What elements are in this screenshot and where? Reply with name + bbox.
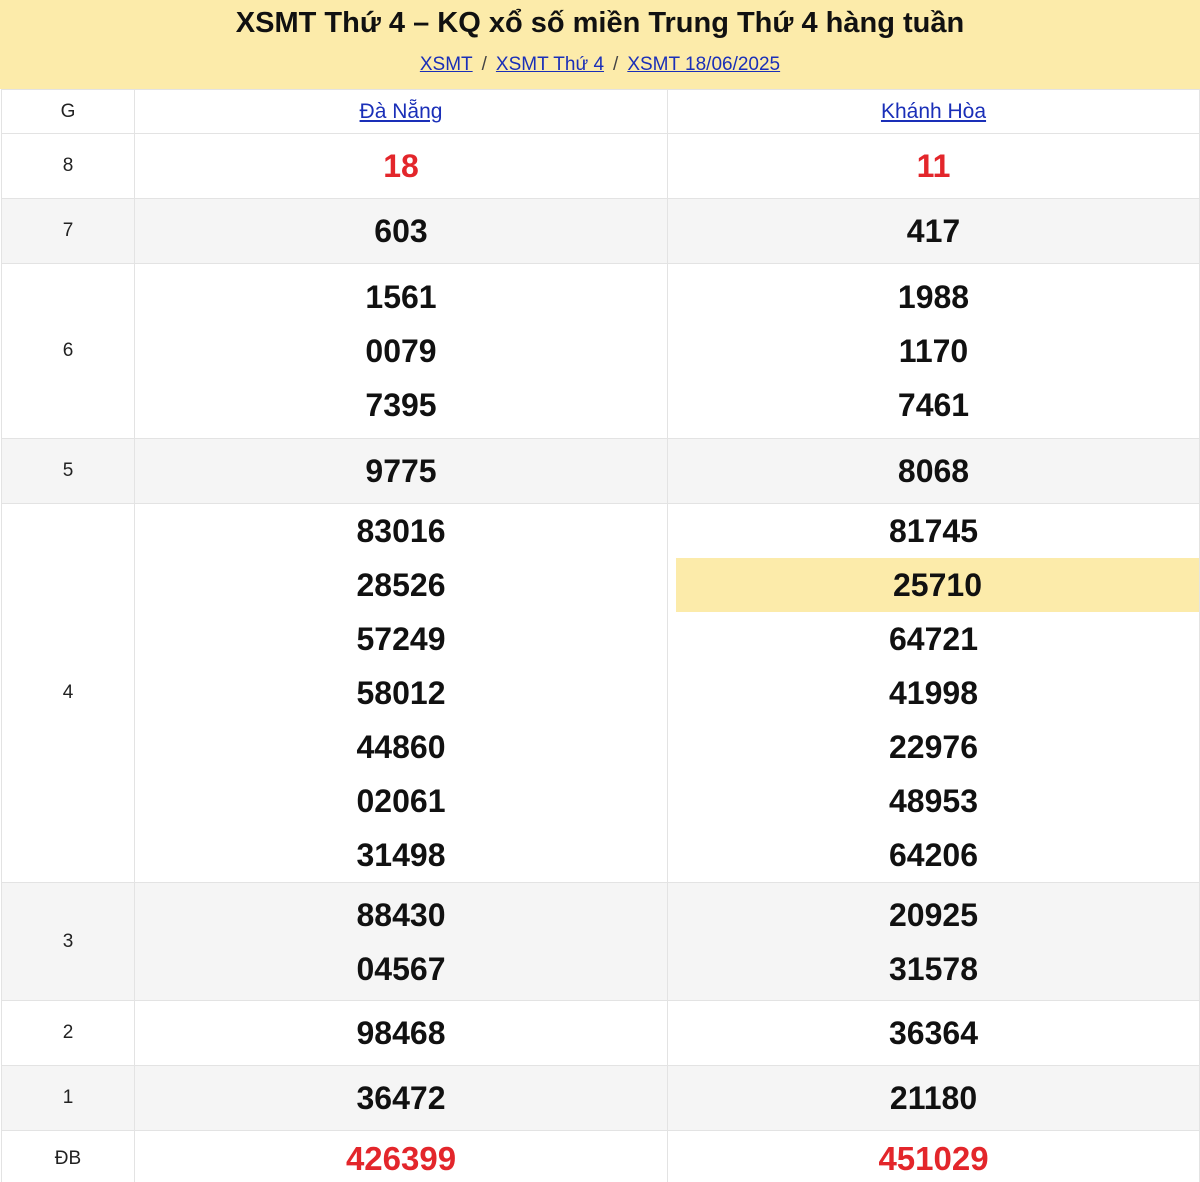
special-prize-number: 426399 xyxy=(345,1139,457,1177)
table-row: ĐB 426399 451029 xyxy=(1,1130,1200,1182)
prize-label: 4 xyxy=(62,682,74,703)
prize-label-cell: 2 xyxy=(1,1000,135,1066)
results-table: G Đà Nẵng Khánh Hòa 8 18 11 7 603 417 6 … xyxy=(1,89,1200,1182)
result-number: 41998 xyxy=(889,675,978,711)
result-number: 31578 xyxy=(889,950,978,987)
result-cell: 36364 xyxy=(667,1000,1200,1066)
prize-label-cell: 8 xyxy=(1,133,135,199)
result-number: 603 xyxy=(374,213,428,249)
prize-label: 8 xyxy=(62,155,74,176)
result-cell: 1988 1170 7461 xyxy=(667,263,1200,439)
result-number: 1170 xyxy=(898,333,969,369)
result-number: 1561 xyxy=(365,279,437,315)
result-number: 44860 xyxy=(356,729,446,765)
special-prize-number: 451029 xyxy=(878,1139,989,1177)
result-number: 88430 xyxy=(356,896,446,933)
result-cell: 81745 25710 64721 41998 22976 48953 6420… xyxy=(667,503,1200,883)
result-number: 81745 xyxy=(889,513,978,549)
result-number: 22976 xyxy=(889,729,978,765)
breadcrumb-xsmt-thu4-link[interactable]: XSMT Thứ 4 xyxy=(496,54,604,75)
prize-label-cell: 1 xyxy=(1,1065,135,1131)
result-cell: 36472 xyxy=(134,1065,668,1131)
page-title: XSMT Thứ 4 – KQ xổ số miền Trung Thứ 4 h… xyxy=(235,7,965,39)
prize-label: 5 xyxy=(62,460,74,481)
result-number: 9775 xyxy=(365,453,437,489)
result-cell: 603 xyxy=(134,198,668,264)
result-number: 31498 xyxy=(356,837,446,873)
table-row: 5 9775 8068 xyxy=(1,438,1200,504)
breadcrumb-separator: / xyxy=(481,54,487,75)
result-cell: 20925 31578 xyxy=(667,882,1200,1001)
prize-column-header: G xyxy=(1,89,135,134)
prize-label: 7 xyxy=(62,220,74,241)
prize-label: ĐB xyxy=(54,1147,82,1169)
page-header: XSMT Thứ 4 – KQ xổ số miền Trung Thứ 4 h… xyxy=(0,0,1200,89)
table-row: 1 36472 21180 xyxy=(1,1065,1200,1131)
result-number: 64721 xyxy=(889,621,978,657)
result-cell: 9775 xyxy=(134,438,668,504)
prize-label-cell: 5 xyxy=(1,438,135,504)
result-cell: 18 xyxy=(134,133,668,199)
result-number: 20925 xyxy=(889,896,978,933)
result-number: 7395 xyxy=(365,387,437,423)
table-row: 4 83016 28526 57249 58012 44860 02061 31… xyxy=(1,503,1200,883)
page: XSMT Thứ 4 – KQ xổ số miền Trung Thứ 4 h… xyxy=(0,0,1200,1182)
breadcrumb-xsmt-date-link[interactable]: XSMT 18/06/2025 xyxy=(627,54,780,75)
prize-column-label: G xyxy=(60,100,76,122)
result-number: 11 xyxy=(916,148,951,184)
prize-label: 6 xyxy=(62,340,74,361)
result-number: 0079 xyxy=(365,333,437,369)
result-cell: 98468 xyxy=(134,1000,668,1066)
table-row: 6 1561 0079 7395 1988 1170 7461 xyxy=(1,263,1200,439)
result-number: 8068 xyxy=(897,453,970,489)
result-cell: 451029 xyxy=(667,1130,1200,1182)
result-number: 83016 xyxy=(356,513,446,549)
table-row: 2 98468 36364 xyxy=(1,1000,1200,1066)
result-number: 21180 xyxy=(889,1080,978,1116)
prize-label: 1 xyxy=(62,1087,74,1108)
result-number: 02061 xyxy=(356,783,446,819)
result-cell: 417 xyxy=(667,198,1200,264)
result-number: 48953 xyxy=(889,783,978,819)
result-number: 36472 xyxy=(356,1080,446,1116)
result-cell: 1561 0079 7395 xyxy=(134,263,668,439)
province-header-danang: Đà Nẵng xyxy=(134,89,668,134)
result-number: 18 xyxy=(383,148,419,184)
result-cell: 88430 04567 xyxy=(134,882,668,1001)
prize-label: 3 xyxy=(62,930,74,952)
table-row: 8 18 11 xyxy=(1,133,1200,199)
result-cell: 426399 xyxy=(134,1130,668,1182)
prize-label-cell: ĐB xyxy=(1,1130,135,1182)
breadcrumb-xsmt-link[interactable]: XSMT xyxy=(420,54,473,75)
province-header-khanhhoa: Khánh Hòa xyxy=(667,89,1200,134)
result-number: 58012 xyxy=(356,675,446,711)
result-cell: 8068 xyxy=(667,438,1200,504)
breadcrumb-separator: / xyxy=(613,54,619,75)
prize-label: 2 xyxy=(62,1022,74,1043)
result-number: 04567 xyxy=(356,950,446,987)
result-number: 417 xyxy=(906,213,961,249)
result-cell: 21180 xyxy=(667,1065,1200,1131)
result-cell: 83016 28526 57249 58012 44860 02061 3149… xyxy=(134,503,668,883)
result-number: 28526 xyxy=(356,567,446,603)
prize-label-cell: 7 xyxy=(1,198,135,264)
result-number: 57249 xyxy=(356,621,446,657)
result-cell: 11 xyxy=(667,133,1200,199)
prize-label-cell: 3 xyxy=(1,882,135,1001)
result-number: 1988 xyxy=(897,279,970,315)
prize-label-cell: 6 xyxy=(1,263,135,439)
table-row: 3 88430 04567 20925 31578 xyxy=(1,882,1200,1001)
result-number: 7461 xyxy=(897,387,970,423)
result-number: 98468 xyxy=(356,1015,446,1051)
table-row: 7 603 417 xyxy=(1,198,1200,264)
result-number: 64206 xyxy=(889,837,978,873)
province-link-khanhhoa[interactable]: Khánh Hòa xyxy=(881,100,986,123)
table-header-row: G Đà Nẵng Khánh Hòa xyxy=(1,89,1200,134)
result-number: 36364 xyxy=(889,1015,978,1051)
breadcrumb: XSMT / XSMT Thứ 4 / XSMT 18/06/2025 xyxy=(0,53,1200,77)
province-link-danang[interactable]: Đà Nẵng xyxy=(360,100,443,123)
prize-label-cell: 4 xyxy=(1,503,135,883)
highlighted-result-number: 25710 xyxy=(676,558,1199,612)
